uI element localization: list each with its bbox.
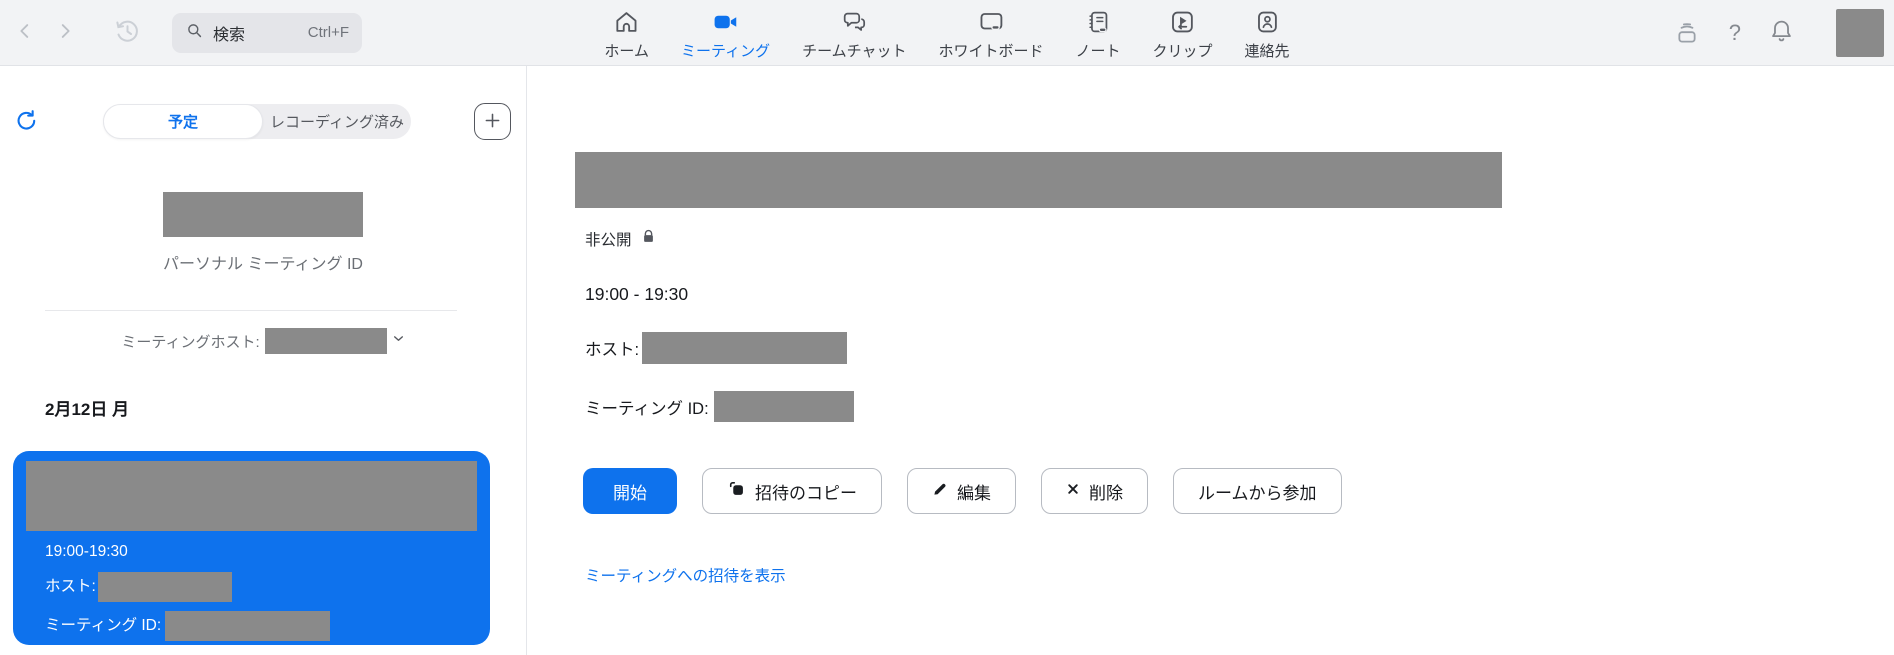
zoom-app-window: 検索 Ctrl+F ホーム ミーティング bbox=[0, 0, 1894, 655]
avatar[interactable] bbox=[1836, 9, 1884, 57]
meeting-id-row: ミーティング ID: bbox=[45, 611, 477, 641]
meeting-time-range: 19:00 - 19:30 bbox=[585, 284, 1894, 305]
lock-icon bbox=[640, 228, 657, 250]
nav-tab-clips[interactable]: クリップ bbox=[1153, 9, 1213, 61]
bell-icon bbox=[1768, 18, 1795, 48]
meeting-title-redacted bbox=[26, 461, 477, 531]
meetings-filter-tabs: 予定 レコーディング済み bbox=[103, 104, 411, 139]
personal-meeting-id-caption: パーソナル ミーティング ID bbox=[0, 250, 526, 274]
back-button[interactable] bbox=[14, 20, 36, 45]
delete-button[interactable]: 削除 bbox=[1041, 468, 1148, 514]
personal-meeting-id-redacted bbox=[163, 192, 363, 237]
meetings-sidebar: 予定 レコーディング済み パーソナル ミーティング ID ミーティングホスト: bbox=[0, 66, 527, 655]
forward-button[interactable] bbox=[54, 20, 76, 45]
search-placeholder: 検索 bbox=[213, 21, 245, 45]
meeting-host-row: ホスト: bbox=[45, 572, 477, 602]
contact-card-icon bbox=[1254, 9, 1280, 38]
nav-tab-team-chat[interactable]: チームチャット bbox=[802, 9, 906, 61]
nav-tab-notes[interactable]: ノート bbox=[1076, 9, 1121, 61]
tab-recorded[interactable]: レコーディング済み bbox=[263, 111, 411, 132]
sidebar-divider bbox=[45, 310, 457, 311]
history-navigation bbox=[14, 20, 76, 45]
help-button[interactable]: ? bbox=[1729, 20, 1741, 46]
x-icon bbox=[1066, 481, 1080, 501]
copy-invitation-button[interactable]: 招待のコピー bbox=[702, 468, 882, 514]
meeting-id-value-redacted bbox=[165, 611, 330, 641]
meeting-host-filter[interactable]: ミーティングホスト: bbox=[0, 328, 526, 354]
meeting-host-value-redacted bbox=[265, 328, 387, 354]
meeting-id-label: ミーティング ID: bbox=[45, 615, 161, 637]
meeting-time: 19:00-19:30 bbox=[45, 541, 477, 563]
history-clock-icon bbox=[112, 16, 142, 49]
nav-tab-home[interactable]: ホーム bbox=[604, 9, 649, 61]
meeting-host-label: ミーティングホスト: bbox=[121, 331, 259, 352]
meeting-list-item-selected[interactable]: 19:00-19:30 ホスト: ミーティング ID: bbox=[13, 451, 490, 645]
host-label: ホスト: bbox=[585, 336, 639, 360]
chevron-left-icon bbox=[14, 20, 36, 45]
edit-label: 編集 bbox=[957, 479, 991, 504]
meeting-actions: 開始 招待のコピー 編集 bbox=[583, 468, 1894, 514]
refresh-button[interactable] bbox=[14, 108, 39, 136]
nav-label: チームチャット bbox=[802, 40, 906, 61]
video-camera-icon bbox=[713, 9, 739, 38]
privacy-label: 非公開 bbox=[585, 228, 632, 250]
share-to-device-icon bbox=[1672, 18, 1702, 48]
show-meeting-invitation-link[interactable]: ミーティングへの招待を表示 bbox=[585, 564, 786, 586]
meeting-id-row: ミーティング ID: bbox=[585, 391, 1894, 422]
search-icon bbox=[185, 21, 204, 45]
home-icon bbox=[614, 9, 640, 38]
share-to-device-button[interactable] bbox=[1672, 18, 1702, 48]
nav-tab-meetings[interactable]: ミーティング bbox=[681, 9, 770, 61]
top-bar-right: ? bbox=[1672, 9, 1884, 57]
copy-invitation-label: 招待のコピー bbox=[755, 479, 857, 504]
notifications-button[interactable] bbox=[1768, 18, 1795, 48]
edit-button[interactable]: 編集 bbox=[907, 468, 1016, 514]
join-from-room-button[interactable]: ルームから参加 bbox=[1173, 468, 1342, 514]
search-input[interactable]: 検索 Ctrl+F bbox=[172, 13, 362, 53]
clip-play-icon bbox=[1170, 9, 1196, 38]
tab-upcoming[interactable]: 予定 bbox=[103, 104, 263, 139]
chat-bubbles-icon bbox=[841, 9, 867, 38]
plus-icon bbox=[482, 110, 503, 134]
host-row: ホスト: bbox=[585, 332, 1894, 364]
refresh-icon bbox=[14, 108, 39, 136]
notebook-icon bbox=[1085, 9, 1111, 38]
meeting-detail-panel: 非公開 19:00 - 19:30 ホスト: ミーティング ID: 開始 bbox=[527, 66, 1894, 655]
nav-tab-contacts[interactable]: 連絡先 bbox=[1245, 9, 1290, 61]
whiteboard-icon bbox=[978, 9, 1004, 38]
host-value-redacted bbox=[98, 572, 232, 602]
chevron-down-icon bbox=[392, 332, 405, 350]
app-body: 予定 レコーディング済み パーソナル ミーティング ID ミーティングホスト: bbox=[0, 66, 1894, 655]
privacy-row: 非公開 bbox=[585, 228, 1894, 250]
nav-label: 連絡先 bbox=[1245, 40, 1290, 61]
nav-label: ホーム bbox=[604, 40, 649, 61]
nav-label: ミーティング bbox=[681, 40, 770, 61]
nav-label: ホワイトボード bbox=[939, 40, 1044, 61]
main-navigation: ホーム ミーティング チームチャット bbox=[604, 0, 1289, 66]
host-value-redacted bbox=[642, 332, 847, 364]
start-button[interactable]: 開始 bbox=[583, 468, 677, 514]
nav-label: ノート bbox=[1076, 40, 1121, 61]
search-shortcut-hint: Ctrl+F bbox=[308, 24, 349, 41]
copy-icon bbox=[727, 479, 746, 503]
chevron-right-icon bbox=[54, 20, 76, 45]
host-label: ホスト: bbox=[45, 576, 96, 598]
meeting-title-redacted bbox=[575, 152, 1502, 208]
help-icon: ? bbox=[1729, 20, 1741, 46]
date-header: 2月12日 月 bbox=[45, 395, 526, 420]
schedule-meeting-button[interactable] bbox=[474, 103, 511, 140]
sidebar-toolbar: 予定 レコーディング済み bbox=[0, 103, 526, 140]
meeting-id-label: ミーティング ID: bbox=[585, 395, 709, 419]
nav-tab-whiteboard[interactable]: ホワイトボード bbox=[939, 9, 1044, 61]
recent-history-button[interactable] bbox=[112, 16, 142, 49]
meeting-id-value-redacted bbox=[714, 391, 854, 422]
delete-label: 削除 bbox=[1089, 479, 1123, 504]
top-bar: 検索 Ctrl+F ホーム ミーティング bbox=[0, 0, 1894, 66]
nav-label: クリップ bbox=[1153, 40, 1213, 61]
pencil-icon bbox=[932, 481, 948, 502]
